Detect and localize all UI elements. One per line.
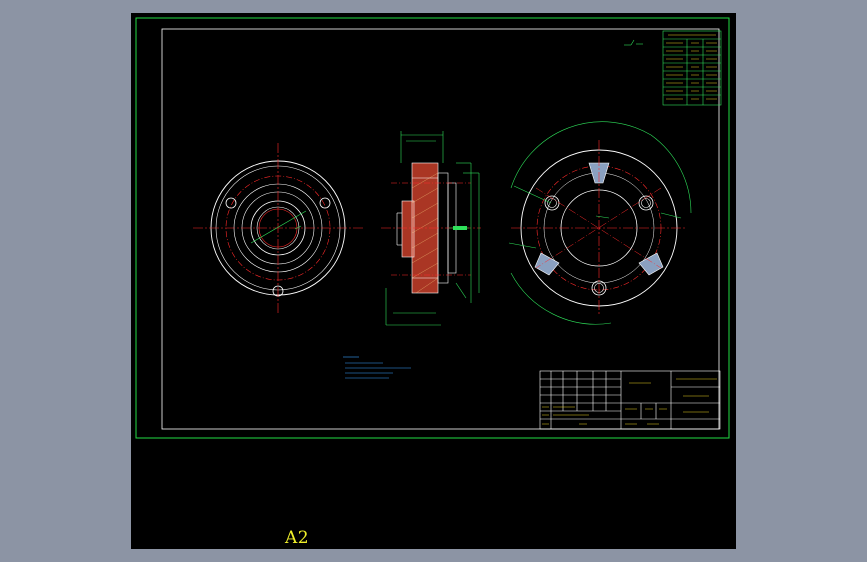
title-block (539, 370, 721, 430)
technical-notes (343, 356, 411, 379)
title-block-text (542, 378, 717, 425)
inner-border (161, 28, 720, 430)
sheet-size-label: A2 (285, 528, 310, 548)
section-view (381, 131, 481, 326)
drawing-canvas[interactable] (131, 13, 736, 549)
rear-view (508, 121, 692, 325)
roughness-symbol (624, 39, 643, 46)
parameter-table (662, 30, 722, 106)
front-view (193, 143, 363, 313)
drawing-viewport[interactable]: A2 (131, 13, 736, 549)
